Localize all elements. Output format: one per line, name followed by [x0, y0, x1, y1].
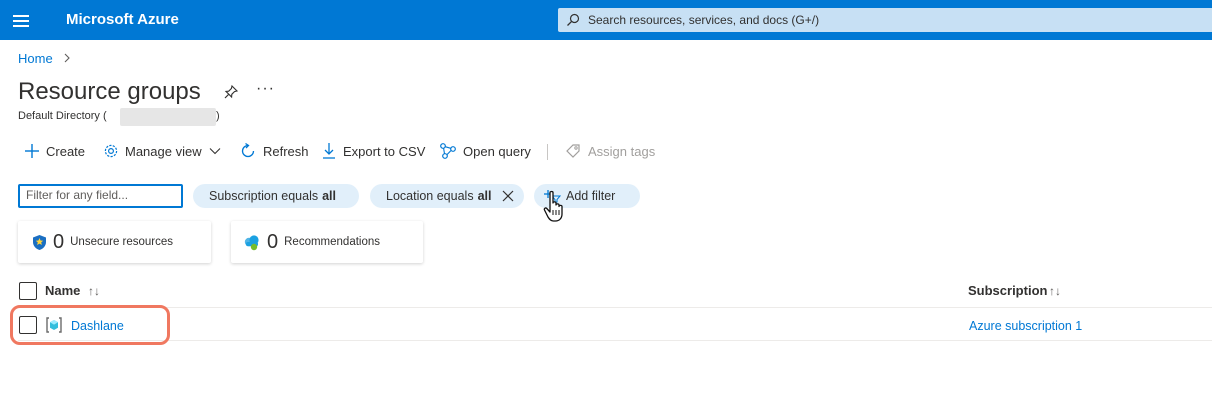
plus-icon: [25, 144, 39, 158]
manage-view-label: Manage view: [125, 143, 202, 159]
advisor-cloud-icon: [244, 234, 259, 250]
location-filter-label: Location equals: [386, 189, 474, 203]
chevron-right-icon: [64, 53, 70, 63]
refresh-button[interactable]: Refresh: [239, 141, 309, 161]
subscription-filter-label: Subscription equals: [209, 189, 319, 203]
close-icon[interactable]: [502, 190, 514, 202]
pin-icon[interactable]: [223, 84, 239, 100]
filter-field[interactable]: [18, 184, 183, 208]
assign-tags-button[interactable]: Assign tags: [565, 141, 655, 161]
refresh-label: Refresh: [263, 143, 309, 159]
subscription-filter-pill[interactable]: Subscription equals all: [193, 184, 359, 208]
select-all-checkbox[interactable]: [19, 282, 37, 300]
download-icon: [323, 143, 335, 159]
assign-tags-label: Assign tags: [588, 143, 656, 159]
location-filter-pill[interactable]: Location equals all: [370, 184, 524, 208]
column-header-name[interactable]: Name: [45, 283, 80, 298]
chevron-down-icon: [209, 148, 220, 155]
redacted-directory-name: [120, 108, 216, 126]
unsecure-count: 0: [53, 230, 65, 253]
hand-cursor-icon: [543, 190, 563, 222]
highlight-annotation: [10, 305, 170, 345]
row-divider: [18, 340, 1212, 341]
export-csv-label: Export to CSV: [343, 143, 426, 159]
column-header-subscription[interactable]: Subscription: [968, 283, 1047, 298]
subscription-link[interactable]: Azure subscription 1: [969, 319, 1082, 333]
name-sort-icon[interactable]: ↑↓: [88, 284, 100, 298]
create-label: Create: [46, 143, 86, 159]
add-filter-label: Add filter: [566, 189, 616, 203]
header-divider: [18, 307, 1212, 308]
unsecure-label: Unsecure resources: [70, 236, 174, 248]
recommendations-label: Recommendations: [284, 236, 381, 248]
open-query-label: Open query: [463, 143, 531, 159]
query-graph-icon: [440, 143, 456, 159]
more-options-icon[interactable]: ···: [256, 80, 275, 98]
unsecure-resources-card[interactable]: 0 Unsecure resources: [18, 221, 211, 263]
location-filter-value: all: [477, 189, 492, 203]
gear-icon: [104, 144, 118, 158]
page-title: Resource groups: [18, 78, 201, 105]
refresh-icon: [241, 142, 255, 158]
brand-title[interactable]: Microsoft Azure: [66, 11, 179, 28]
recommendations-count: 0: [267, 230, 279, 253]
toolbar-divider: [547, 144, 548, 160]
directory-subtitle-close: ): [216, 110, 220, 122]
global-search-input[interactable]: Search resources, services, and docs (G+…: [558, 8, 1212, 32]
shield-icon: [33, 234, 46, 250]
search-icon: [567, 13, 580, 26]
top-bar: Microsoft Azure Search resources, servic…: [0, 0, 1212, 40]
directory-subtitle: Default Directory (: [18, 110, 107, 122]
manage-view-button[interactable]: Manage view: [103, 141, 221, 161]
create-button[interactable]: Create: [24, 141, 85, 161]
search-placeholder: Search resources, services, and docs (G+…: [588, 13, 820, 27]
tag-icon: [566, 143, 580, 158]
subscription-filter-value: all: [322, 189, 337, 203]
filter-input[interactable]: [26, 186, 176, 204]
open-query-button[interactable]: Open query: [439, 141, 531, 161]
breadcrumb-home[interactable]: Home: [18, 51, 53, 66]
hamburger-menu-icon[interactable]: [13, 12, 29, 28]
export-csv-button[interactable]: Export to CSV: [321, 141, 425, 161]
subscription-sort-icon[interactable]: ↑↓: [1049, 284, 1061, 298]
recommendations-card[interactable]: 0 Recommendations: [231, 221, 423, 263]
